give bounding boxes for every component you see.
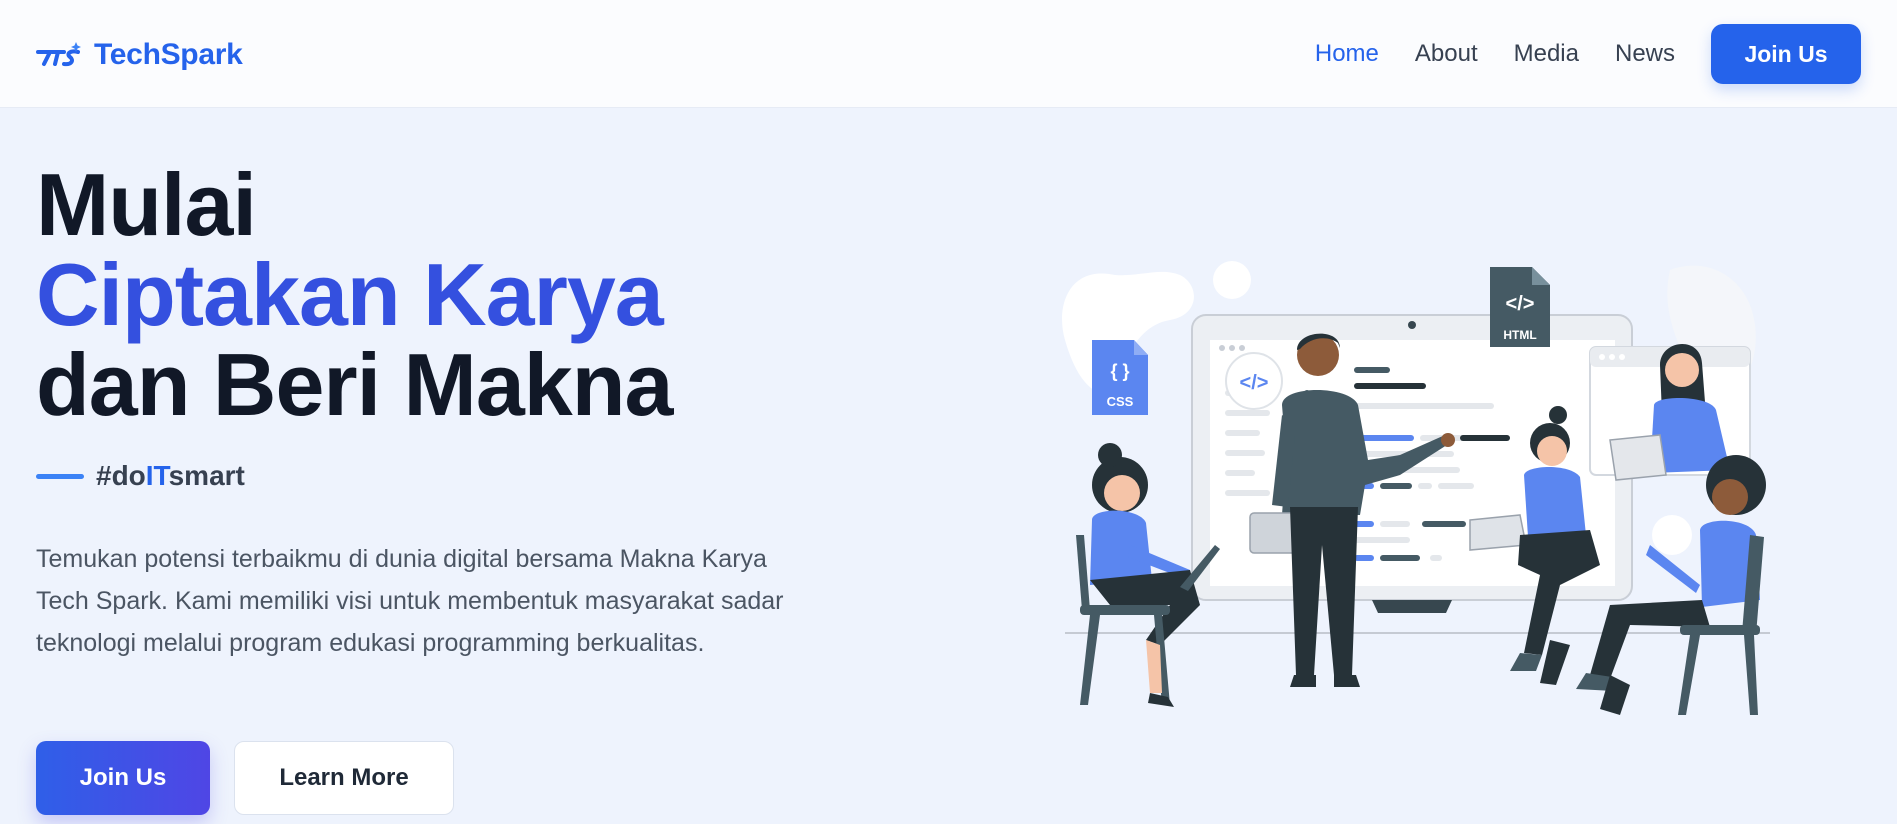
svg-text:{ }: { } (1110, 361, 1129, 381)
tagline-bar (36, 473, 84, 479)
tagline-highlight: IT (145, 460, 169, 491)
brand-name: TechSpark (94, 38, 243, 71)
nav-link-about[interactable]: About (1415, 40, 1478, 68)
hero-title-line-2: Ciptakan Karya (36, 245, 664, 344)
hero-join-button[interactable]: Join Us (36, 741, 210, 815)
tagline-pre: #do (96, 460, 146, 491)
svg-text:CSS: CSS (1107, 394, 1134, 409)
learn-more-button[interactable]: Learn More (234, 741, 454, 815)
nav-join-button[interactable]: Join Us (1711, 24, 1861, 84)
brand[interactable]: TechSpark (36, 38, 243, 72)
main-nav: Home About Media News Join Us (1315, 0, 1861, 108)
laptop-hinge (1372, 600, 1452, 613)
css-file-icon: { } CSS (1092, 340, 1148, 415)
background-circle (1652, 515, 1692, 555)
nav-link-news[interactable]: News (1615, 40, 1675, 68)
hero-tagline: #doITsmart (36, 460, 245, 492)
laptop-camera (1408, 321, 1416, 329)
hero-illustration: </> { } CSS </> HTML (1062, 261, 1770, 715)
tagline-post: smart (168, 460, 245, 491)
hero-description: Temukan potensi terbaikmu di dunia digit… (36, 545, 784, 657)
techspark-logo-icon (36, 42, 81, 67)
nav-link-home[interactable]: Home (1315, 40, 1379, 68)
tagline-text: #doITsmart (96, 460, 245, 492)
html-file-icon: </> HTML (1490, 267, 1550, 347)
navbar: TechSpark Home About Media News Join Us (0, 0, 1897, 108)
background-circle (1213, 261, 1251, 299)
nav-link-media[interactable]: Media (1514, 40, 1579, 68)
code-bubble-glyph: </> (1240, 372, 1269, 394)
hero-title: Mulai Ciptakan Karya dan Beri Makna (36, 155, 673, 434)
svg-text:</>: </> (1506, 293, 1535, 315)
hero-cta-row: Join Us Learn More (36, 741, 454, 815)
hero-title-line-1: Mulai (36, 155, 257, 254)
svg-text:HTML: HTML (1503, 328, 1536, 342)
hero-title-line-3: dan Beri Makna (36, 335, 673, 434)
